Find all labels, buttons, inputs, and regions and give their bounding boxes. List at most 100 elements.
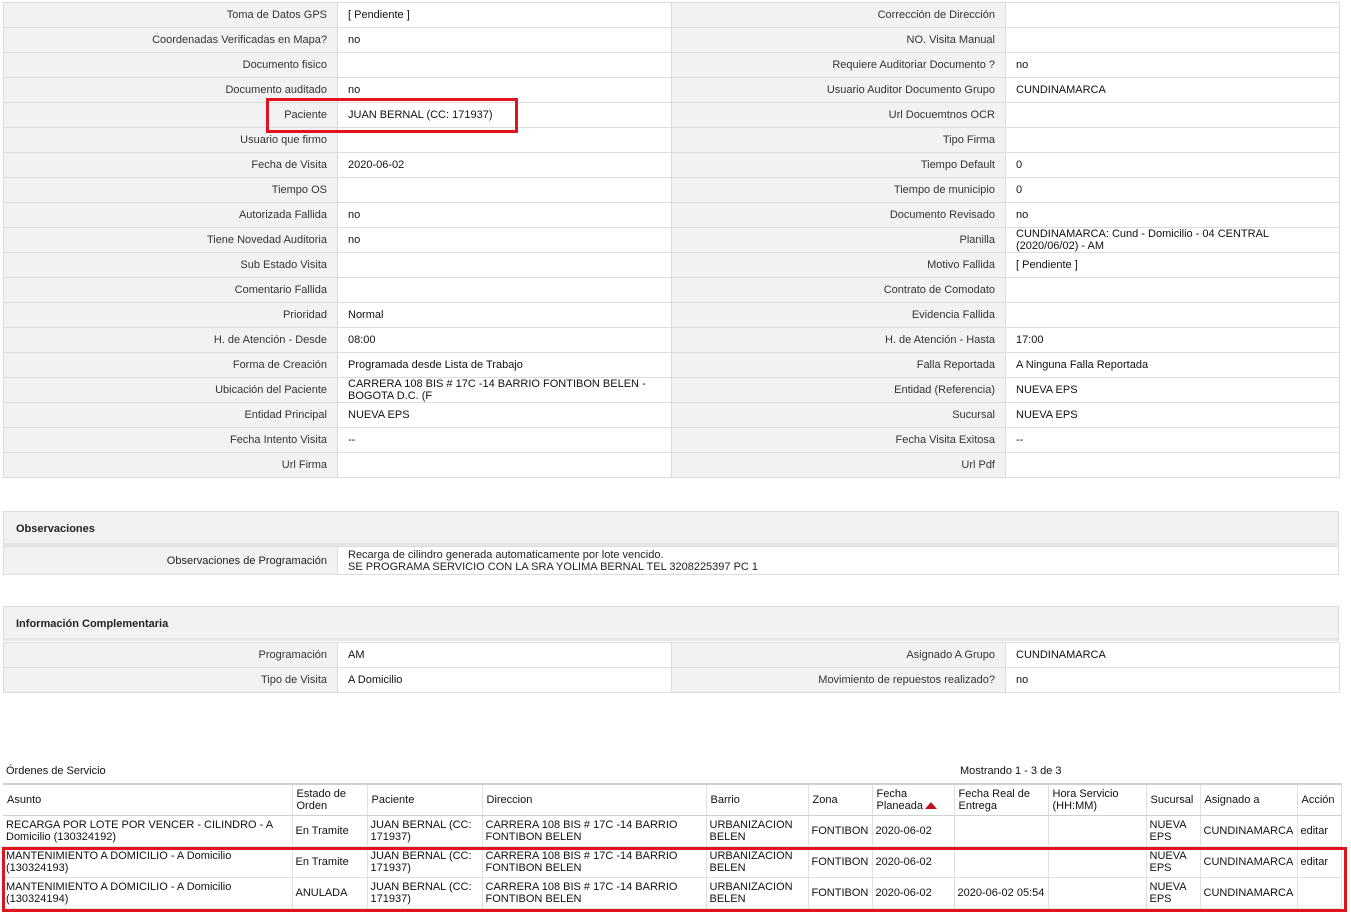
value-documento-fisico <box>337 52 672 78</box>
cell-barrio: URBANIZACION BELEN <box>706 846 809 878</box>
col-header-estado-de-orden[interactable]: Estado de Orden <box>292 783 368 816</box>
col-header-label: Fecha Planeada <box>876 787 924 812</box>
value-url-firma <box>337 452 672 478</box>
col-header-asunto[interactable]: Asunto <box>3 783 293 816</box>
detail-row: Tipo de Visita A Domicilio Movimiento de r… <box>3 667 1340 693</box>
label-no-visita-manual: NO. Visita Manual <box>671 27 1006 53</box>
value-url-pdf <box>1005 452 1340 478</box>
label-programacion: Programación <box>3 642 338 668</box>
col-header-hora-servicio-hh-mm[interactable]: Hora Servicio (HH:MM) <box>1048 783 1147 816</box>
value-tiempo-de-municipio: 0 <box>1005 177 1340 203</box>
value-url-docuemtnos-ocr <box>1005 102 1340 128</box>
cell-asunto: RECARGA POR LOTE POR VENCER - CILINDRO -… <box>3 815 293 847</box>
label-asignado-a-grupo: Asignado A Grupo <box>671 642 1006 668</box>
col-header-label: Fecha Real de Entrega <box>958 787 1031 812</box>
label-entidad-referencia: Entidad (Referencia) <box>671 377 1006 403</box>
value-planilla: CUNDINAMARCA: Cund - Domicilio - 04 CENT… <box>1005 227 1340 253</box>
label-falla-reportada: Falla Reportada <box>671 352 1006 378</box>
label-documento-fisico: Documento fisico <box>3 52 338 78</box>
col-header-label: Estado de Orden <box>296 787 347 812</box>
col-header-zona[interactable]: Zona <box>808 783 873 816</box>
label-requiere-auditoriar-documento: Requiere Auditoriar Documento ? <box>671 52 1006 78</box>
label-correccion-de-direccion: Corrección de Dirección <box>671 2 1006 28</box>
detail-row: Autorizada Fallida no Documento Revisado no <box>3 202 1340 228</box>
value-contrato-de-comodato <box>1005 277 1340 303</box>
cell-paciente: JUAN BERNAL (CC: 171937) <box>367 846 483 878</box>
label-usuario-auditor-documento-grupo: Usuario Auditor Documento Grupo <box>671 77 1006 103</box>
value-motivo-fallida: [ Pendiente ] <box>1005 252 1340 278</box>
col-header-accion[interactable]: Acción <box>1297 783 1342 816</box>
editar-link[interactable]: editar <box>1297 846 1342 878</box>
value-toma-de-datos-gps: [ Pendiente ] <box>337 2 672 28</box>
cell-direccion: CARRERA 108 BIS # 17C -14 BARRIO FONTIBO… <box>482 846 707 878</box>
label-fecha-de-visita: Fecha de Visita <box>3 152 338 178</box>
detail-row: Entidad Principal NUEVA EPS Sucursal NUEVA … <box>3 402 1340 428</box>
label-autorizada-fallida: Autorizada Fallida <box>3 202 338 228</box>
value-h-de-atencion-hasta: 17:00 <box>1005 327 1340 353</box>
col-header-label: Barrio <box>710 793 740 806</box>
cell-hora-servicio-hh-mm <box>1048 877 1147 909</box>
col-header-paciente[interactable]: Paciente <box>367 783 483 816</box>
label-comentario-fallida: Comentario Fallida <box>3 277 338 303</box>
cell-asignado-a: CUNDINAMARCA <box>1200 877 1298 909</box>
info-complementaria-header: Información Complementaria <box>3 606 1339 641</box>
value-documento-auditado: no <box>337 77 672 103</box>
value-asignado-a-grupo: CUNDINAMARCA <box>1005 642 1340 668</box>
col-header-label: Zona <box>812 793 838 806</box>
cell-fecha-planeada: 2020-06-02 <box>872 815 955 847</box>
detail-row: Comentario Fallida Contrato de Comodato <box>3 277 1340 303</box>
label-tiempo-os: Tiempo OS <box>3 177 338 203</box>
value-entidad-principal: NUEVA EPS <box>337 402 672 428</box>
cell-asunto: MANTENIMIENTO A DOMICILIO - A Domicilio … <box>3 846 293 878</box>
detail-row: Tiene Novedad Auditoria no Planilla CUNDINA… <box>3 227 1340 253</box>
info-complementaria-table: Programación AM Asignado A Grupo CUNDINAMAR… <box>3 642 1340 693</box>
col-header-sucursal[interactable]: Sucursal <box>1146 783 1201 816</box>
col-header-asignado-a[interactable]: Asignado a <box>1200 783 1298 816</box>
label-tiempo-de-municipio: Tiempo de municipio <box>671 177 1006 203</box>
label-planilla: Planilla <box>671 227 1006 253</box>
col-header-label: Asignado a <box>1204 793 1260 806</box>
cell-estado-de-orden: En Tramite <box>292 815 368 847</box>
col-header-label: Hora Servicio (HH:MM) <box>1052 787 1119 812</box>
value-tiene-novedad-auditoria: no <box>337 227 672 253</box>
label-toma-de-datos-gps: Toma de Datos GPS <box>3 2 338 28</box>
detail-row: Ubicación del Paciente CARRERA 108 BIS # … <box>3 377 1340 403</box>
cell-zona: FONTIBON <box>808 846 873 878</box>
value-requiere-auditoriar-documento: no <box>1005 52 1340 78</box>
cell-estado-de-orden: ANULADA <box>292 877 368 909</box>
cell-zona: FONTIBON <box>808 815 873 847</box>
value-paciente: JUAN BERNAL (CC: 171937) <box>337 102 672 128</box>
table-row: MANTENIMIENTO A DOMICILIO - A Domicilio … <box>3 846 1342 878</box>
cell-barrio: URBANIZACION BELEN <box>706 815 809 847</box>
detail-row: Url Firma Url Pdf <box>3 452 1340 478</box>
col-header-label: Sucursal <box>1150 793 1194 806</box>
cell-hora-servicio-hh-mm <box>1048 846 1147 878</box>
col-header-direccion[interactable]: Direccion <box>482 783 707 816</box>
ordenes-table: Asunto Estado de Orden Paciente Direccion Ba… <box>3 783 1342 909</box>
label-movimiento-de-repuestos-realizado: Movimiento de repuestos realizado? <box>671 667 1006 693</box>
cell-fecha-real-de-entrega: 2020-06-02 05:54 <box>954 877 1049 909</box>
detail-row: Documento fisico Requiere Auditoriar Docu… <box>3 52 1340 78</box>
cell-asignado-a: CUNDINAMARCA <box>1200 846 1298 878</box>
detail-row: Forma de Creación Programada desde Lista … <box>3 352 1340 378</box>
value-evidencia-fallida <box>1005 302 1340 328</box>
value-autorizada-fallida: no <box>337 202 672 228</box>
editar-link[interactable]: editar <box>1297 815 1342 847</box>
cell-sucursal: NUEVA EPS <box>1146 815 1201 847</box>
col-header-label: Paciente <box>371 793 415 806</box>
cell-fecha-planeada: 2020-06-02 <box>872 877 955 909</box>
label-url-pdf: Url Pdf <box>671 452 1006 478</box>
col-header-fecha-planeada[interactable]: Fecha Planeada <box>872 783 955 816</box>
label-url-firma: Url Firma <box>3 452 338 478</box>
sort-ascending-icon[interactable] <box>925 802 937 810</box>
label-fecha-visita-exitosa: Fecha Visita Exitosa <box>671 427 1006 453</box>
value-tiempo-os <box>337 177 672 203</box>
value-prioridad: Normal <box>337 302 672 328</box>
value-comentario-fallida <box>337 277 672 303</box>
col-header-barrio[interactable]: Barrio <box>706 783 809 816</box>
label-tiene-novedad-auditoria: Tiene Novedad Auditoria <box>3 227 338 253</box>
cell-hora-servicio-hh-mm <box>1048 815 1147 847</box>
value-movimiento-de-repuestos-realizado: no <box>1005 667 1340 693</box>
ordenes-title: Órdenes de Servicio <box>6 765 106 777</box>
col-header-fecha-real-de-entrega[interactable]: Fecha Real de Entrega <box>954 783 1049 816</box>
